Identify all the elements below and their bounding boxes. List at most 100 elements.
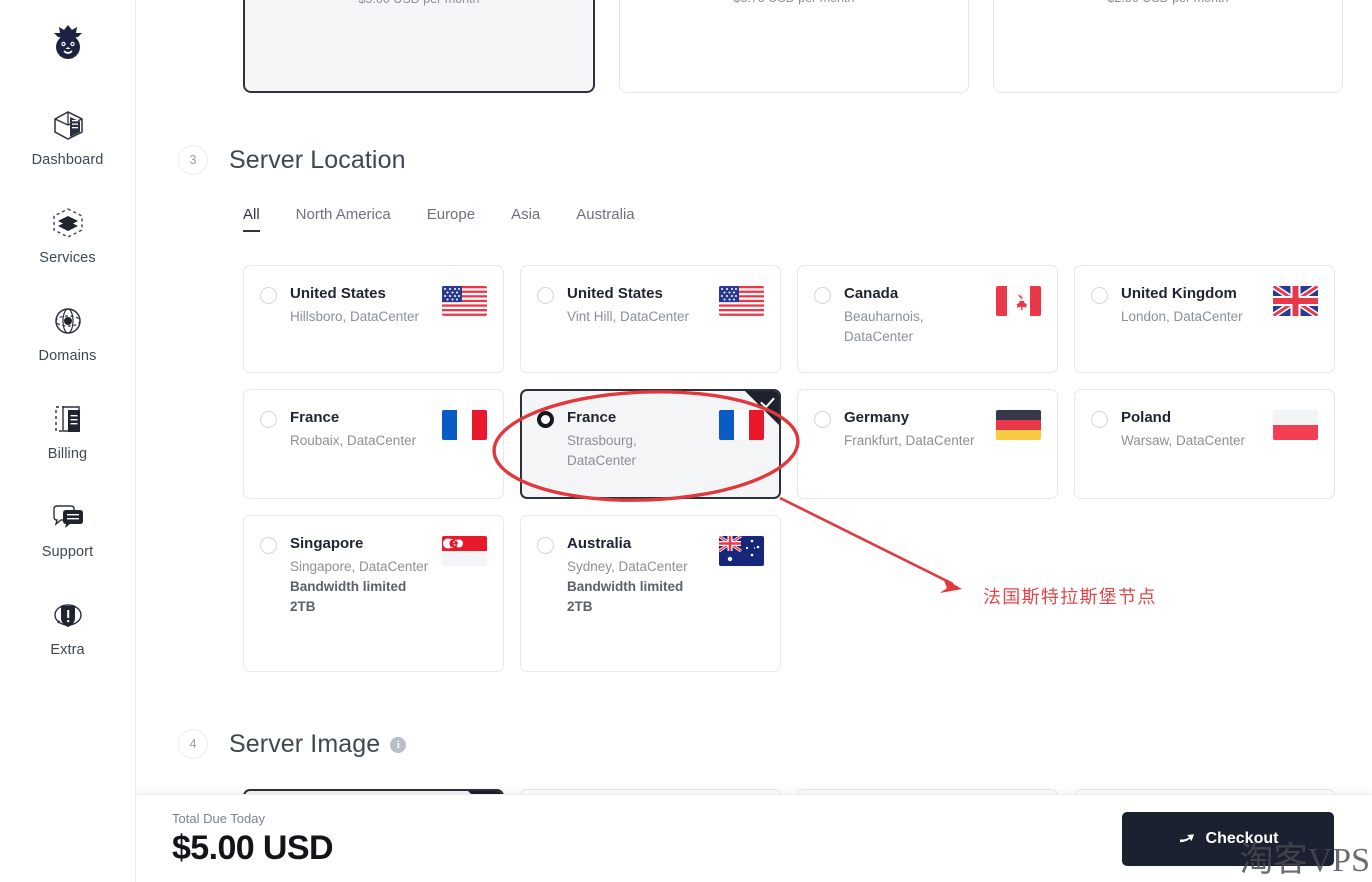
- sidebar-nav: Dashboard Services Domains Billing Suppo…: [0, 0, 136, 882]
- sidebar-item-domains[interactable]: Domains: [0, 292, 135, 373]
- brand-logo[interactable]: [0, 20, 135, 66]
- server-location-header: 3 Server Location: [178, 145, 406, 175]
- flag-us-icon: [719, 286, 764, 316]
- location-country: Germany: [844, 409, 910, 426]
- pricing-per-month: $3.75 USD per month: [734, 0, 855, 5]
- location-radio[interactable]: [260, 287, 277, 304]
- location-card-singapore[interactable]: Singapore Singapore, DataCenter Bandwidt…: [243, 515, 504, 672]
- location-radio[interactable]: [260, 537, 277, 554]
- flag-au-icon: [719, 536, 764, 566]
- location-card-united-states-hillsboro[interactable]: United States Hillsboro, DataCenter: [243, 265, 504, 373]
- sidebar-item-label: Dashboard: [31, 152, 104, 168]
- globe-orbit-icon: [48, 301, 88, 341]
- location-bandwidth: Bandwidth limited 2TB: [567, 579, 684, 614]
- pricing-card[interactable]: $120.00 USD Save 50% $60.00 USD $2.50 US…: [993, 0, 1343, 93]
- pricing-card[interactable]: $5.00 USD $5.00 USD per month: [243, 0, 595, 93]
- sidebar-item-extra[interactable]: Extra: [0, 586, 135, 667]
- location-radio[interactable]: [1091, 411, 1108, 428]
- cube-box-icon: [48, 105, 88, 145]
- tab-asia[interactable]: Asia: [511, 206, 540, 232]
- flag-fr-icon: [719, 410, 764, 440]
- page-root: Dashboard Services Domains Billing Suppo…: [0, 0, 1372, 882]
- location-radio[interactable]: [1091, 287, 1108, 304]
- sidebar-item-label: Extra: [50, 642, 85, 658]
- location-radio[interactable]: [814, 411, 831, 428]
- step-number-badge: 3: [178, 145, 208, 175]
- checkout-button[interactable]: Checkout: [1122, 811, 1334, 866]
- location-card-australia-sydney[interactable]: Australia Sydney, DataCenter Bandwidth l…: [520, 515, 781, 672]
- location-card-france-strasbourg[interactable]: France Strasbourg, DataCenter: [520, 389, 781, 499]
- flag-pl-icon: [1273, 410, 1318, 440]
- total-due-label: Total Due Today: [172, 810, 265, 826]
- location-card-france-roubaix[interactable]: France Roubaix, DataCenter: [243, 389, 504, 499]
- sidebar-item-support[interactable]: Support: [0, 488, 135, 569]
- location-card-united-kingdom-london[interactable]: United Kingdom London, DataCenter: [1074, 265, 1335, 373]
- sidebar-item-label: Domains: [38, 348, 97, 364]
- sidebar-item-label: Support: [41, 544, 94, 560]
- location-site: Hillsboro, DataCenter: [290, 309, 420, 324]
- checkout-button-label: Checkout: [1205, 829, 1279, 847]
- location-site: Sydney, DataCenter: [567, 559, 688, 574]
- location-country: United Kingdom: [1121, 285, 1237, 302]
- location-site: Warsaw, DataCenter: [1121, 433, 1246, 448]
- location-radio[interactable]: [537, 411, 554, 428]
- total-due-group: Total Due Today $5.00 USD: [172, 810, 334, 867]
- arrow-forward-icon: [1179, 834, 1194, 843]
- location-country: Singapore: [290, 535, 364, 552]
- location-radio[interactable]: [537, 537, 554, 554]
- section-title-text: Server Image: [229, 730, 381, 758]
- pricing-card[interactable]: $60.00 USD Save 25% $45.00 USD $3.75 USD…: [619, 0, 969, 93]
- pricing-cards-row: $5.00 USD $5.00 USD per month $60.00 USD…: [243, 0, 1343, 93]
- total-due-amount: $5.00 USD: [172, 828, 334, 867]
- location-card-germany-frankfurt[interactable]: Germany Frankfurt, DataCenter: [797, 389, 1058, 499]
- checkout-bar: Total Due Today $5.00 USD Checkout: [136, 794, 1372, 882]
- section-title-server-image: Server Image i: [229, 729, 407, 759]
- sidebar-item-billing[interactable]: Billing: [0, 390, 135, 471]
- location-card-poland-warsaw[interactable]: Poland Warsaw, DataCenter: [1074, 389, 1335, 499]
- location-radio[interactable]: [814, 287, 831, 304]
- pricing-per-month: $2.50 USD per month: [1108, 0, 1229, 5]
- region-filter-tabs: All North America Europe Asia Australia: [243, 206, 671, 232]
- flag-ca-icon: [996, 286, 1041, 316]
- location-card-united-states-vint-hill[interactable]: United States Vint Hill, DataCenter: [520, 265, 781, 373]
- location-site: Vint Hill, DataCenter: [567, 309, 690, 324]
- flag-de-icon: [996, 410, 1041, 440]
- info-circle-icon[interactable]: i: [390, 737, 407, 754]
- sidebar-item-label: Billing: [47, 446, 88, 462]
- sidebar-items: Dashboard Services Domains Billing Suppo…: [0, 96, 135, 684]
- page-title: Server Location: [229, 146, 406, 174]
- location-radio[interactable]: [537, 287, 554, 304]
- flag-sg-icon: [442, 536, 487, 566]
- flag-fr-icon: [442, 410, 487, 440]
- location-site: Beauharnois, DataCenter: [844, 309, 924, 344]
- flag-us-icon: [442, 286, 487, 316]
- tab-north-america[interactable]: North America: [296, 206, 391, 232]
- tab-europe[interactable]: Europe: [427, 206, 475, 232]
- location-bandwidth: Bandwidth limited 2TB: [290, 579, 407, 614]
- step-number-badge: 4: [178, 729, 208, 759]
- location-card-canada-beauharnois[interactable]: Canada Beauharnois, DataCenter: [797, 265, 1058, 373]
- tab-all[interactable]: All: [243, 206, 260, 232]
- server-image-header: 4 Server Image i: [178, 729, 407, 759]
- server-location-grid: United States Hillsboro, DataCenter Unit…: [243, 265, 1337, 672]
- sidebar-item-label: Services: [39, 250, 96, 266]
- check-icon: [760, 393, 775, 409]
- sidebar-item-services[interactable]: Services: [0, 194, 135, 275]
- shield-refresh-icon: [48, 595, 88, 635]
- pricing-per-month: $5.00 USD per month: [359, 0, 480, 6]
- location-country: Australia: [567, 535, 632, 552]
- lion-crest-logo-icon: [53, 25, 82, 59]
- location-country: France: [290, 409, 340, 426]
- location-site: Strasbourg, DataCenter: [567, 433, 637, 468]
- main-content: $5.00 USD $5.00 USD per month $60.00 USD…: [136, 0, 1372, 882]
- location-site: Frankfurt, DataCenter: [844, 433, 975, 448]
- location-country: Canada: [844, 285, 899, 302]
- sidebar-item-dashboard[interactable]: Dashboard: [0, 96, 135, 177]
- tab-australia[interactable]: Australia: [576, 206, 634, 232]
- invoice-stack-icon: [48, 399, 88, 439]
- location-site: Singapore, DataCenter: [290, 559, 429, 574]
- location-site: Roubaix, DataCenter: [290, 433, 417, 448]
- location-radio[interactable]: [260, 411, 277, 428]
- flag-gb-icon: [1273, 286, 1318, 316]
- chat-bubbles-icon: [48, 497, 88, 537]
